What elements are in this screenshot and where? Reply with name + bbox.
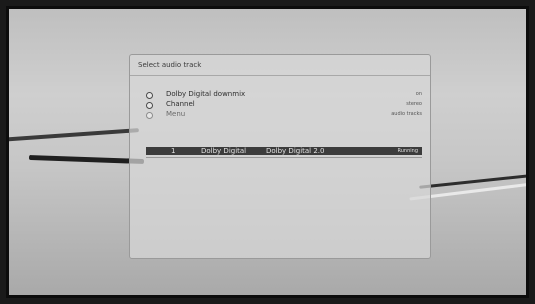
background-streak [9, 128, 139, 142]
option-value: stereo [406, 101, 422, 107]
option-label: Dolby Digital downmix [166, 90, 246, 98]
audio-track-row[interactable]: 1 Dolby Digital Dolby Digital 2.0 Runnin… [146, 147, 422, 155]
track-codec: Dolby Digital [201, 147, 247, 155]
track-format: Dolby Digital 2.0 [266, 147, 325, 155]
option-channel[interactable]: Channel stereo [146, 100, 422, 110]
option-menu[interactable]: Menu audio tracks [146, 110, 422, 120]
audio-track-dialog: Select audio track Dolby Digital downmix… [129, 54, 431, 259]
dialog-title: Select audio track [138, 61, 202, 69]
option-label: Channel [166, 100, 195, 108]
title-divider [130, 75, 430, 76]
tv-screen: Select audio track Dolby Digital downmix… [6, 6, 529, 298]
track-status: Running [397, 148, 419, 154]
audio-options-list: Dolby Digital downmix on Channel stereo … [146, 90, 422, 120]
option-dolby-downmix[interactable]: Dolby Digital downmix on [146, 90, 422, 100]
radio-icon[interactable] [146, 92, 153, 99]
option-label: Menu [166, 110, 186, 118]
background-streak [28, 154, 145, 165]
option-value: on [415, 91, 422, 97]
radio-icon[interactable] [146, 102, 153, 109]
row-divider [146, 157, 422, 158]
option-value: audio tracks [391, 111, 422, 117]
radio-icon[interactable] [146, 112, 153, 119]
track-number: 1 [171, 147, 176, 155]
